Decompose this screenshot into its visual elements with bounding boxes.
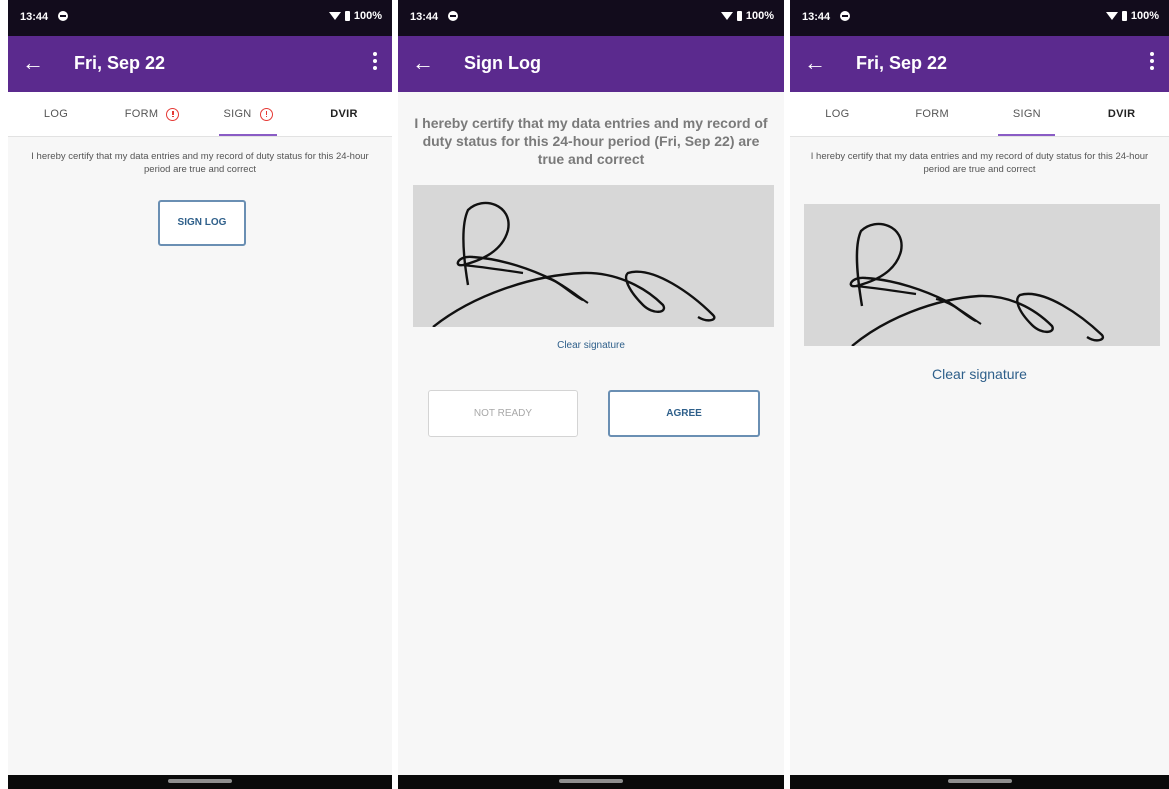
- back-arrow-icon[interactable]: ←: [804, 50, 826, 76]
- certify-text: I hereby certify that my data entries an…: [31, 151, 369, 175]
- home-handle[interactable]: [947, 779, 1012, 783]
- battery-icon: [344, 11, 350, 21]
- tab-bar: LOG FORM SIGN DVIR: [8, 92, 392, 137]
- do-not-disturb-icon: [58, 11, 68, 21]
- app-bar: ← Fri, Sep 22: [790, 36, 1169, 92]
- status-bar: 13:44 100%: [398, 0, 784, 36]
- alert-circle-icon: [259, 107, 273, 121]
- tab-sign[interactable]: SIGN: [200, 92, 296, 136]
- signature-drawing: [849, 222, 1105, 346]
- wifi-icon: [1105, 12, 1118, 20]
- status-bar: 13:44 100%: [8, 0, 392, 36]
- page-title: Sign Log: [464, 53, 541, 73]
- signature-drawing: [432, 201, 716, 327]
- back-arrow-icon[interactable]: ←: [22, 50, 44, 76]
- status-time: 13:44: [20, 11, 49, 23]
- tab-log[interactable]: LOG: [790, 92, 885, 136]
- tab-log[interactable]: LOG: [8, 92, 104, 136]
- tab-dvir[interactable]: DVIR: [296, 92, 392, 136]
- status-time: 13:44: [410, 11, 439, 23]
- more-vert-icon[interactable]: [372, 52, 378, 74]
- nav-bar: [790, 775, 1169, 789]
- signature-pad[interactable]: [413, 185, 774, 327]
- tab-sign-label: SIGN: [223, 108, 252, 120]
- wifi-icon: [720, 12, 733, 20]
- battery-icon: [736, 11, 742, 21]
- status-bar: 13:44 100%: [790, 0, 1169, 36]
- tab-form-label: FORM: [124, 108, 159, 120]
- tab-log-label: LOG: [43, 108, 69, 120]
- agree-button[interactable]: AGREE: [608, 390, 760, 437]
- home-handle[interactable]: [559, 779, 623, 783]
- tab-form[interactable]: FORM: [104, 92, 200, 136]
- screen-day-signed: 13:44 100% ← Fri, Sep 22 LOG FORM SIGN D…: [790, 0, 1169, 789]
- home-handle[interactable]: [168, 779, 232, 783]
- screen-day-sign-tab: 13:44 100% ← Fri, Sep 22 LOG FORM SIGN D…: [8, 0, 392, 789]
- tab-dvir-label: DVIR: [330, 108, 358, 120]
- tab-log-label: LOG: [825, 108, 850, 120]
- wifi-icon: [328, 12, 341, 20]
- clear-signature-link[interactable]: Clear signature: [398, 340, 784, 351]
- nav-bar: [8, 775, 392, 789]
- tab-sign-label: SIGN: [1012, 108, 1041, 120]
- sign-log-button[interactable]: SIGN LOG: [158, 200, 246, 246]
- not-ready-button[interactable]: NOT READY: [428, 390, 578, 437]
- tab-dvir[interactable]: DVIR: [1074, 92, 1169, 136]
- status-time: 13:44: [802, 11, 831, 23]
- do-not-disturb-icon: [840, 11, 850, 21]
- app-bar: ← Fri, Sep 22: [8, 36, 392, 92]
- battery-percent: 100%: [353, 10, 382, 22]
- battery-percent: 100%: [745, 10, 774, 22]
- certify-text: I hereby certify that my data entries an…: [810, 151, 1149, 175]
- status-right: 100%: [720, 10, 774, 22]
- app-bar: ← Sign Log: [398, 36, 784, 92]
- tab-dvir-label: DVIR: [1107, 108, 1136, 120]
- signature-pad[interactable]: [804, 204, 1160, 346]
- back-arrow-icon[interactable]: ←: [412, 50, 434, 76]
- more-vert-icon[interactable]: [1149, 52, 1155, 74]
- status-right: 100%: [328, 10, 382, 22]
- page-title: Fri, Sep 22: [856, 53, 948, 73]
- tab-sign[interactable]: SIGN: [980, 92, 1075, 136]
- battery-percent: 100%: [1130, 10, 1159, 22]
- clear-signature-link[interactable]: Clear signature: [790, 366, 1169, 382]
- certify-text: I hereby certify that my data entries an…: [414, 115, 768, 167]
- tab-bar: LOG FORM SIGN DVIR: [790, 92, 1169, 137]
- screen-sign-log: 13:44 100% ← Sign Log I hereby certify t…: [398, 0, 784, 789]
- tab-form[interactable]: FORM: [885, 92, 980, 136]
- tab-form-label: FORM: [915, 108, 949, 120]
- do-not-disturb-icon: [448, 11, 458, 21]
- battery-icon: [1121, 11, 1127, 21]
- screens-container: 13:44 100% ← Fri, Sep 22 LOG FORM SIGN D…: [0, 0, 1169, 789]
- alert-circle-icon: [166, 107, 180, 121]
- nav-bar: [398, 775, 784, 789]
- page-title: Fri, Sep 22: [74, 53, 166, 73]
- status-right: 100%: [1105, 10, 1159, 22]
